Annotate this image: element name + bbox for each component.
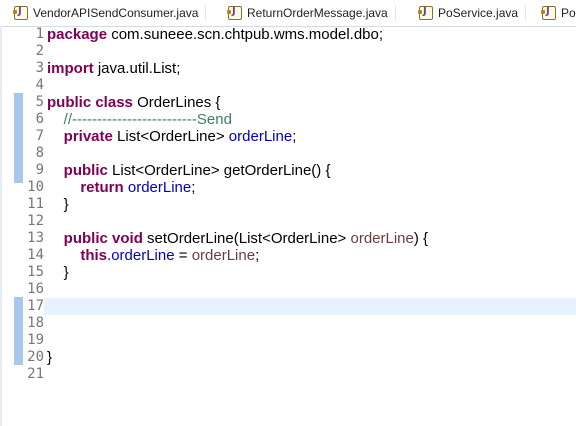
line-number: 16 xyxy=(27,281,44,297)
java-file-icon xyxy=(13,6,28,20)
tab-separator xyxy=(205,5,207,21)
java-file-icon xyxy=(541,6,556,20)
code-line: public class OrderLines { xyxy=(47,94,220,111)
code-line: return orderLine; xyxy=(47,179,195,196)
java-file-icon xyxy=(418,6,433,20)
semicolon: ; xyxy=(292,128,297,145)
keyword: public xyxy=(63,162,108,179)
line-number: 6 xyxy=(35,111,44,127)
close-brace: } xyxy=(63,264,69,281)
import-name: java.util.List; xyxy=(97,60,181,77)
comment: //-------------------------Send xyxy=(63,111,232,128)
tab-label: Po xyxy=(561,6,576,20)
setter-signature: setOrderLine(List<OrderLine> xyxy=(147,230,347,247)
line-number: 18 xyxy=(27,315,44,331)
java-file-icon xyxy=(227,6,242,20)
line-number: 5 xyxy=(35,94,44,110)
keyword: this xyxy=(80,247,108,264)
tab-label: PoService.java xyxy=(438,6,519,20)
keyword: void xyxy=(112,230,143,247)
parameter-name: orderLine xyxy=(350,230,414,247)
close-brace: } xyxy=(63,196,69,213)
line-number: 10 xyxy=(27,179,44,195)
code-line: public void setOrderLine(List<OrderLine>… xyxy=(47,230,428,247)
field-name: orderLine xyxy=(127,179,192,196)
tab-separator xyxy=(525,5,527,21)
code-line: public List<OrderLine> getOrderLine() { xyxy=(47,162,331,179)
field-name: orderLine xyxy=(111,247,175,264)
parameter-name: orderLine xyxy=(191,247,256,264)
line-number: 9 xyxy=(35,162,44,178)
tab-separator xyxy=(394,5,396,21)
current-line-highlight xyxy=(44,298,576,315)
semicolon: ; xyxy=(255,247,260,264)
tab-vendor-api-send-consumer[interactable]: VendorAPISendConsumer.java xyxy=(13,2,207,24)
tab-return-order-message[interactable]: ReturnOrderMessage.java xyxy=(227,2,396,24)
setter-close: ) { xyxy=(413,230,429,247)
line-number: 12 xyxy=(27,213,44,229)
code-editor[interactable]: 1 2 3 4 5 6 7 8 9 10 11 12 13 14 15 16 1… xyxy=(0,26,576,426)
line-number: 7 xyxy=(35,128,44,144)
keyword: package xyxy=(47,26,108,43)
code-line: private List<OrderLine> orderLine; xyxy=(47,128,297,145)
tab-po-truncated[interactable]: Po xyxy=(541,2,576,24)
tab-po-service[interactable]: PoService.java xyxy=(418,2,527,24)
line-number: 15 xyxy=(27,264,44,280)
line-number: 20 xyxy=(27,349,44,365)
field-name: orderLine xyxy=(228,128,293,145)
line-number: 21 xyxy=(27,366,44,382)
line-number: 13 xyxy=(27,230,44,246)
tab-label: ReturnOrderMessage.java xyxy=(247,6,388,20)
keyword: class xyxy=(95,94,133,111)
editor-left-edge xyxy=(0,26,2,426)
code-line: import java.util.List; xyxy=(47,60,180,77)
keyword: private xyxy=(63,128,113,145)
code-line: package com.suneee.scn.chtpub.wms.model.… xyxy=(47,26,383,43)
code-line: } xyxy=(47,196,69,213)
keyword: return xyxy=(80,179,124,196)
line-number: 4 xyxy=(35,77,44,93)
line-number: 8 xyxy=(35,145,44,161)
semicolon: ; xyxy=(191,179,196,196)
keyword: public xyxy=(47,94,92,111)
code-text-area[interactable]: package com.suneee.scn.chtpub.wms.model.… xyxy=(44,26,576,426)
tab-label: VendorAPISendConsumer.java xyxy=(33,6,199,20)
code-line: } xyxy=(47,264,69,281)
getter-signature: List<OrderLine> getOrderLine() { xyxy=(112,162,331,179)
assign: = xyxy=(174,247,192,264)
keyword: public xyxy=(63,230,108,247)
code-line: this.orderLine = orderLine; xyxy=(47,247,259,264)
line-number: 19 xyxy=(27,332,44,348)
code-line: } xyxy=(47,349,52,366)
line-number-gutter: 1 2 3 4 5 6 7 8 9 10 11 12 13 14 15 16 1… xyxy=(14,26,44,426)
line-number: 14 xyxy=(27,247,44,263)
package-name: com.suneee.scn.chtpub.wms.model.dbo; xyxy=(111,26,384,43)
close-brace: } xyxy=(47,349,53,366)
keyword: import xyxy=(47,60,94,77)
line-number: 11 xyxy=(27,196,44,212)
code-line: //-------------------------Send xyxy=(47,111,232,128)
line-number: 2 xyxy=(35,43,44,59)
field-type: List<OrderLine> xyxy=(117,128,225,145)
editor-tab-bar: VendorAPISendConsumer.java ReturnOrderMe… xyxy=(0,0,576,27)
line-number: 3 xyxy=(35,60,44,76)
line-number: 1 xyxy=(35,26,44,42)
class-name: OrderLines { xyxy=(137,94,221,111)
line-number: 17 xyxy=(27,298,44,314)
